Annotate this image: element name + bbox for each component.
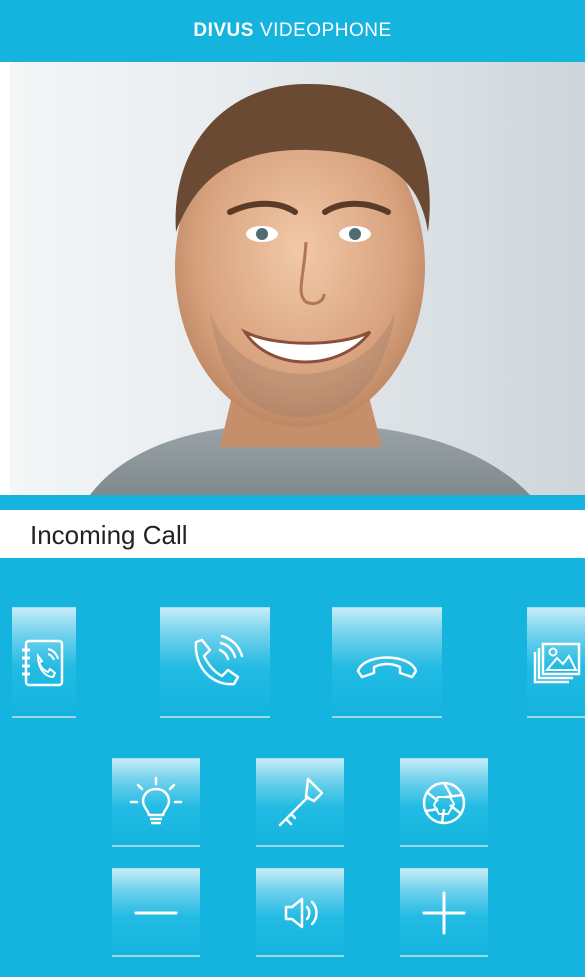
phonebook-button[interactable] [12, 607, 76, 718]
status-row: Incoming Call [0, 510, 585, 558]
app-header: DIVUS VIDEOPHONE [0, 0, 585, 62]
answer-call-button[interactable] [160, 607, 270, 718]
phonebook-icon [22, 639, 64, 686]
gallery-button[interactable] [527, 607, 585, 718]
speaker-button[interactable] [256, 868, 344, 957]
volume-down-button[interactable] [112, 868, 200, 957]
caller-video [10, 62, 585, 495]
separator-bar [0, 495, 585, 510]
controls-panel [0, 558, 585, 977]
hang-up-icon [356, 655, 418, 678]
camera-shutter-icon [422, 781, 466, 824]
door-key-icon [278, 777, 324, 826]
hang-up-button[interactable] [332, 607, 442, 718]
volume-up-icon [422, 891, 466, 934]
brand-name: DIVUS [193, 20, 254, 41]
light-icon [129, 776, 183, 824]
gallery-icon [533, 642, 581, 683]
caller-face-image [90, 83, 530, 495]
snapshot-button[interactable] [400, 758, 488, 847]
volume-up-button[interactable] [400, 868, 488, 957]
call-status-text: Incoming Call [30, 520, 188, 550]
answer-call-icon [194, 634, 244, 685]
product-name: VIDEOPHONE [259, 20, 392, 41]
door-open-button[interactable] [256, 758, 344, 847]
speaker-icon [284, 897, 318, 928]
volume-down-icon [134, 911, 178, 914]
light-button[interactable] [112, 758, 200, 847]
